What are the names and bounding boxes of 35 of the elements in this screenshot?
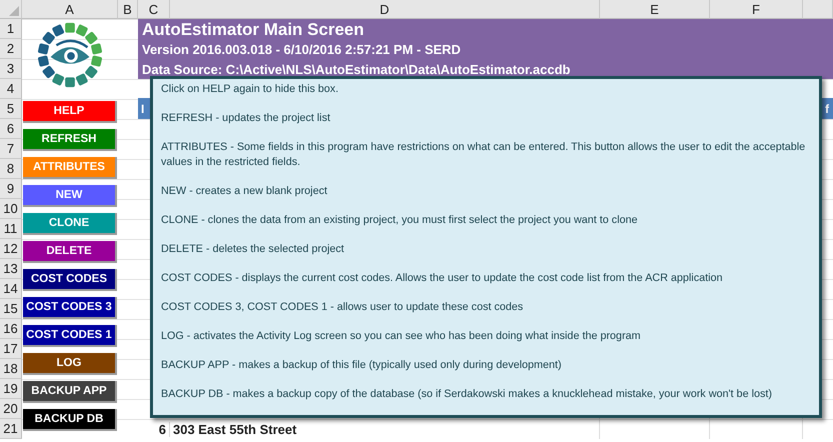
macro-button[interactable]: COST CODES [23, 269, 117, 291]
column-header[interactable]: A [65, 2, 74, 16]
help-text: DELETE - deletes the selected project [161, 242, 346, 257]
column-heading: I [141, 102, 144, 116]
help-text: REFRESH - updates the project list [161, 111, 332, 126]
help-text: LOG - activates the Activity Log screen so you can see who has been doing what inside the program [161, 329, 642, 344]
macro-button[interactable]: REFRESH [23, 129, 117, 151]
version-text: Version 2016.003.018 - 6/10/2016 2:57:21 PM - SERD [142, 41, 462, 59]
macro-button[interactable]: BACKUP DB [23, 409, 117, 431]
column-header[interactable]: E [650, 2, 659, 16]
help-text: COST CODES 3, COST CODES 1 - allows user to update these cost codes [161, 300, 524, 315]
macro-button[interactable]: BACKUP APP [23, 381, 117, 403]
eye-logo-icon [35, 20, 105, 90]
macro-button[interactable]: DELETE [23, 241, 117, 263]
macro-button[interactable]: LOG [23, 353, 117, 375]
table-cell: 6 [138, 422, 170, 436]
help-text: Click on HELP again to hide this box. [161, 82, 340, 97]
help-text: COST CODES - displays the current cost codes. Allows the user to update the cost code list from the ACR application [161, 271, 724, 286]
macro-button[interactable]: HELP [23, 101, 117, 123]
column-heading: f [825, 102, 829, 116]
column-header[interactable]: F [752, 2, 760, 16]
column-header[interactable]: D [380, 2, 390, 16]
help-text: BACKUP DB - makes a backup copy of the database (so if Serdakowski makes a knucklehead mistake, your work won't be lost) [161, 387, 773, 402]
select-all-icon[interactable] [9, 6, 19, 16]
app-title: AutoEstimator Main Screen [142, 20, 365, 40]
help-text: BACKUP APP - makes a backup of this file (typically used only during development) [161, 358, 562, 373]
macro-button[interactable]: COST CODES 3 [23, 297, 117, 319]
column-header[interactable] [803, 0, 833, 19]
table-cell-text: 303 East 55th Street [172, 422, 297, 436]
macro-button[interactable]: COST CODES 1 [23, 325, 117, 347]
help-text: CLONE - clones the data from an existing project, you must first select the project you want to clone [161, 213, 638, 228]
macro-button[interactable]: NEW [23, 185, 117, 207]
data-source-text: Data Source: C:\Active\NLS\AutoEstimator\Data\AutoEstimator.accdb [142, 61, 572, 79]
help-text: ATTRIBUTES - Some fields in this program have restrictions on what can be entered. This button allows the user to edit the acceptable values in the restricted fields. [161, 140, 806, 170]
help-text: NEW - creates a new blank project [161, 184, 328, 199]
